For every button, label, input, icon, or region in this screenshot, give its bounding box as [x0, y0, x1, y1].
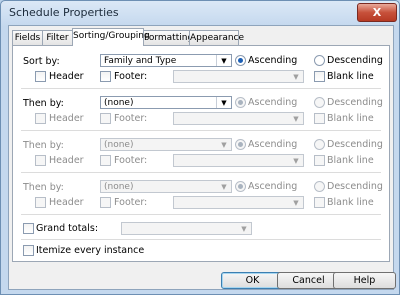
then-by-2-value: (none) — [104, 140, 134, 150]
tab-appearance[interactable]: Appearance — [189, 30, 244, 45]
chevron-down-icon: ▼ — [216, 55, 231, 66]
divider — [21, 172, 381, 173]
then-by-3-footer-label: Footer: — [114, 197, 148, 208]
grand-totals-checkbox[interactable] — [23, 223, 34, 234]
then-by-2-blank-line-label: Blank line — [327, 155, 374, 166]
then-by-1-ascending-radio[interactable] — [235, 97, 246, 108]
then-by-2-descending-radio[interactable] — [314, 139, 325, 150]
sort-by-ascending-label: Ascending — [248, 55, 298, 66]
then-by-3-blank-line-label: Blank line — [327, 197, 374, 208]
help-button[interactable]: Help — [333, 272, 396, 289]
sort-by-header-label: Header — [49, 71, 84, 82]
then-by-1-label: Then by: — [23, 98, 64, 109]
chevron-down-icon: ▼ — [293, 199, 299, 207]
dialog-window: Schedule Properties X Fields Filter Sort… — [0, 0, 400, 295]
then-by-2-label: Then by: — [23, 140, 64, 151]
then-by-3-descending-label: Descending — [327, 181, 383, 192]
then-by-1-value: (none) — [104, 98, 134, 108]
sort-by-ascending-radio[interactable] — [235, 55, 246, 66]
chevron-down-icon: ▼ — [293, 115, 299, 123]
then-by-1-header-checkbox[interactable] — [35, 113, 46, 124]
ok-button[interactable]: OK — [221, 272, 284, 289]
then-by-3-ascending-label: Ascending — [248, 181, 298, 192]
tab-formatting[interactable]: Formatting — [143, 30, 193, 45]
then-by-3-ascending-radio[interactable] — [235, 181, 246, 192]
itemize-every-instance-label: Itemize every instance — [36, 245, 145, 256]
divider — [21, 239, 381, 240]
then-by-1-blank-line-checkbox[interactable] — [314, 113, 325, 124]
chevron-down-icon: ▼ — [216, 97, 231, 108]
then-by-3-header-label: Header — [49, 197, 84, 208]
then-by-1-ascending-label: Ascending — [248, 97, 298, 108]
cancel-button[interactable]: Cancel — [277, 272, 340, 289]
then-by-2-footer-checkbox[interactable] — [100, 155, 111, 166]
chevron-down-icon: ▼ — [293, 73, 299, 81]
then-by-1-blank-line-label: Blank line — [327, 113, 374, 124]
then-by-1-descending-radio[interactable] — [314, 97, 325, 108]
then-by-2-blank-line-checkbox[interactable] — [314, 155, 325, 166]
then-by-3-value: (none) — [104, 182, 134, 192]
then-by-1-footer-label: Footer: — [114, 113, 148, 124]
sort-by-footer-label: Footer: — [114, 71, 148, 82]
grand-totals-label: Grand totals: — [36, 223, 99, 234]
then-by-1-select[interactable]: (none) ▼ — [100, 96, 232, 109]
grand-totals-select[interactable]: ▼ — [121, 222, 252, 235]
chevron-down-icon: ▼ — [241, 225, 247, 233]
tab-fields[interactable]: Fields — [12, 30, 43, 45]
then-by-3-header-checkbox[interactable] — [35, 197, 46, 208]
divider — [21, 88, 381, 89]
chevron-down-icon: ▼ — [293, 157, 299, 165]
sort-by-descending-label: Descending — [327, 55, 383, 66]
sort-by-label: Sort by: — [23, 56, 60, 67]
then-by-3-label: Then by: — [23, 182, 64, 193]
sort-by-descending-radio[interactable] — [314, 55, 325, 66]
then-by-1-footer-checkbox[interactable] — [100, 113, 111, 124]
sort-by-header-checkbox[interactable] — [35, 71, 46, 82]
then-by-3-blank-line-checkbox[interactable] — [314, 197, 325, 208]
then-by-2-descending-label: Descending — [327, 139, 383, 150]
then-by-1-descending-label: Descending — [327, 97, 383, 108]
then-by-1-footer-select[interactable]: ▼ — [173, 112, 304, 125]
then-by-2-footer-label: Footer: — [114, 155, 148, 166]
then-by-3-footer-select[interactable]: ▼ — [173, 196, 304, 209]
title-bar[interactable]: Schedule Properties X — [1, 1, 399, 25]
then-by-2-select[interactable]: (none) ▼ — [100, 138, 232, 151]
divider — [21, 214, 381, 215]
tab-filter[interactable]: Filter — [42, 30, 73, 45]
then-by-2-header-checkbox[interactable] — [35, 155, 46, 166]
sorting-grouping-panel: Sort by: Family and Type ▼ Ascending Des… — [12, 45, 390, 262]
close-icon: X — [372, 6, 382, 19]
sort-by-blank-line-checkbox[interactable] — [314, 71, 325, 82]
chevron-down-icon: ▼ — [221, 141, 227, 149]
window-title: Schedule Properties — [9, 6, 119, 19]
close-button[interactable]: X — [357, 3, 397, 22]
then-by-3-select[interactable]: (none) ▼ — [100, 180, 232, 193]
then-by-2-ascending-label: Ascending — [248, 139, 298, 150]
dialog-body: Fields Filter Sorting/Grouping Formattin… — [8, 25, 396, 290]
divider — [21, 130, 381, 131]
then-by-2-footer-select[interactable]: ▼ — [173, 154, 304, 167]
sort-by-footer-select[interactable]: ▼ — [173, 70, 304, 83]
then-by-2-ascending-radio[interactable] — [235, 139, 246, 150]
sort-by-footer-checkbox[interactable] — [100, 71, 111, 82]
then-by-2-header-label: Header — [49, 155, 84, 166]
then-by-1-header-label: Header — [49, 113, 84, 124]
chevron-down-icon: ▼ — [221, 183, 227, 191]
sort-by-value: Family and Type — [104, 56, 177, 66]
then-by-3-descending-radio[interactable] — [314, 181, 325, 192]
tab-sorting-grouping[interactable]: Sorting/Grouping — [72, 28, 150, 46]
then-by-3-footer-checkbox[interactable] — [100, 197, 111, 208]
sort-by-blank-line-label: Blank line — [327, 71, 374, 82]
itemize-every-instance-checkbox[interactable] — [23, 245, 34, 256]
sort-by-select[interactable]: Family and Type ▼ — [100, 54, 232, 67]
